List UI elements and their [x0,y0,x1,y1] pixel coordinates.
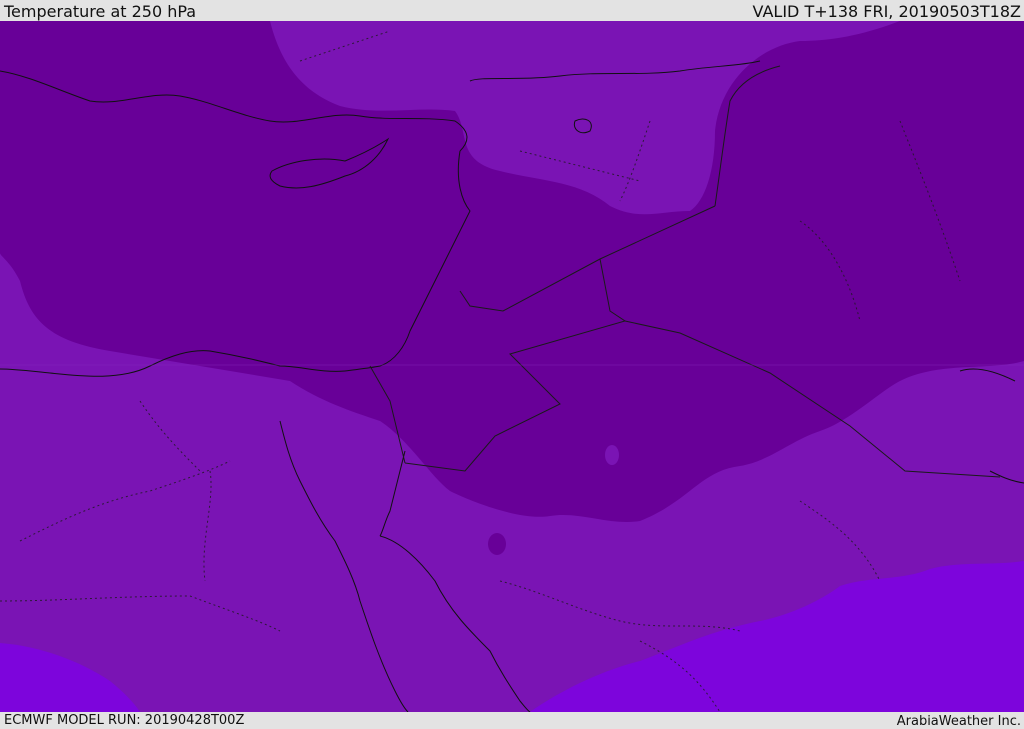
valid-time: VALID T+138 FRI, 20190503T18Z [752,2,1021,21]
header-bar: Temperature at 250 hPa VALID T+138 FRI, … [0,0,1024,21]
map-canvas [0,21,1024,712]
cold-blob [605,445,619,465]
weather-map [0,21,1024,712]
credit-label: ArabiaWeather Inc. [896,714,1021,729]
map-title: Temperature at 250 hPa [4,2,197,21]
cold-blob [488,533,506,555]
footer-bar: ECMWF MODEL RUN: 20190428T00Z ArabiaWeat… [0,712,1024,729]
model-run-label: ECMWF MODEL RUN: 20190428T00Z [4,713,245,728]
